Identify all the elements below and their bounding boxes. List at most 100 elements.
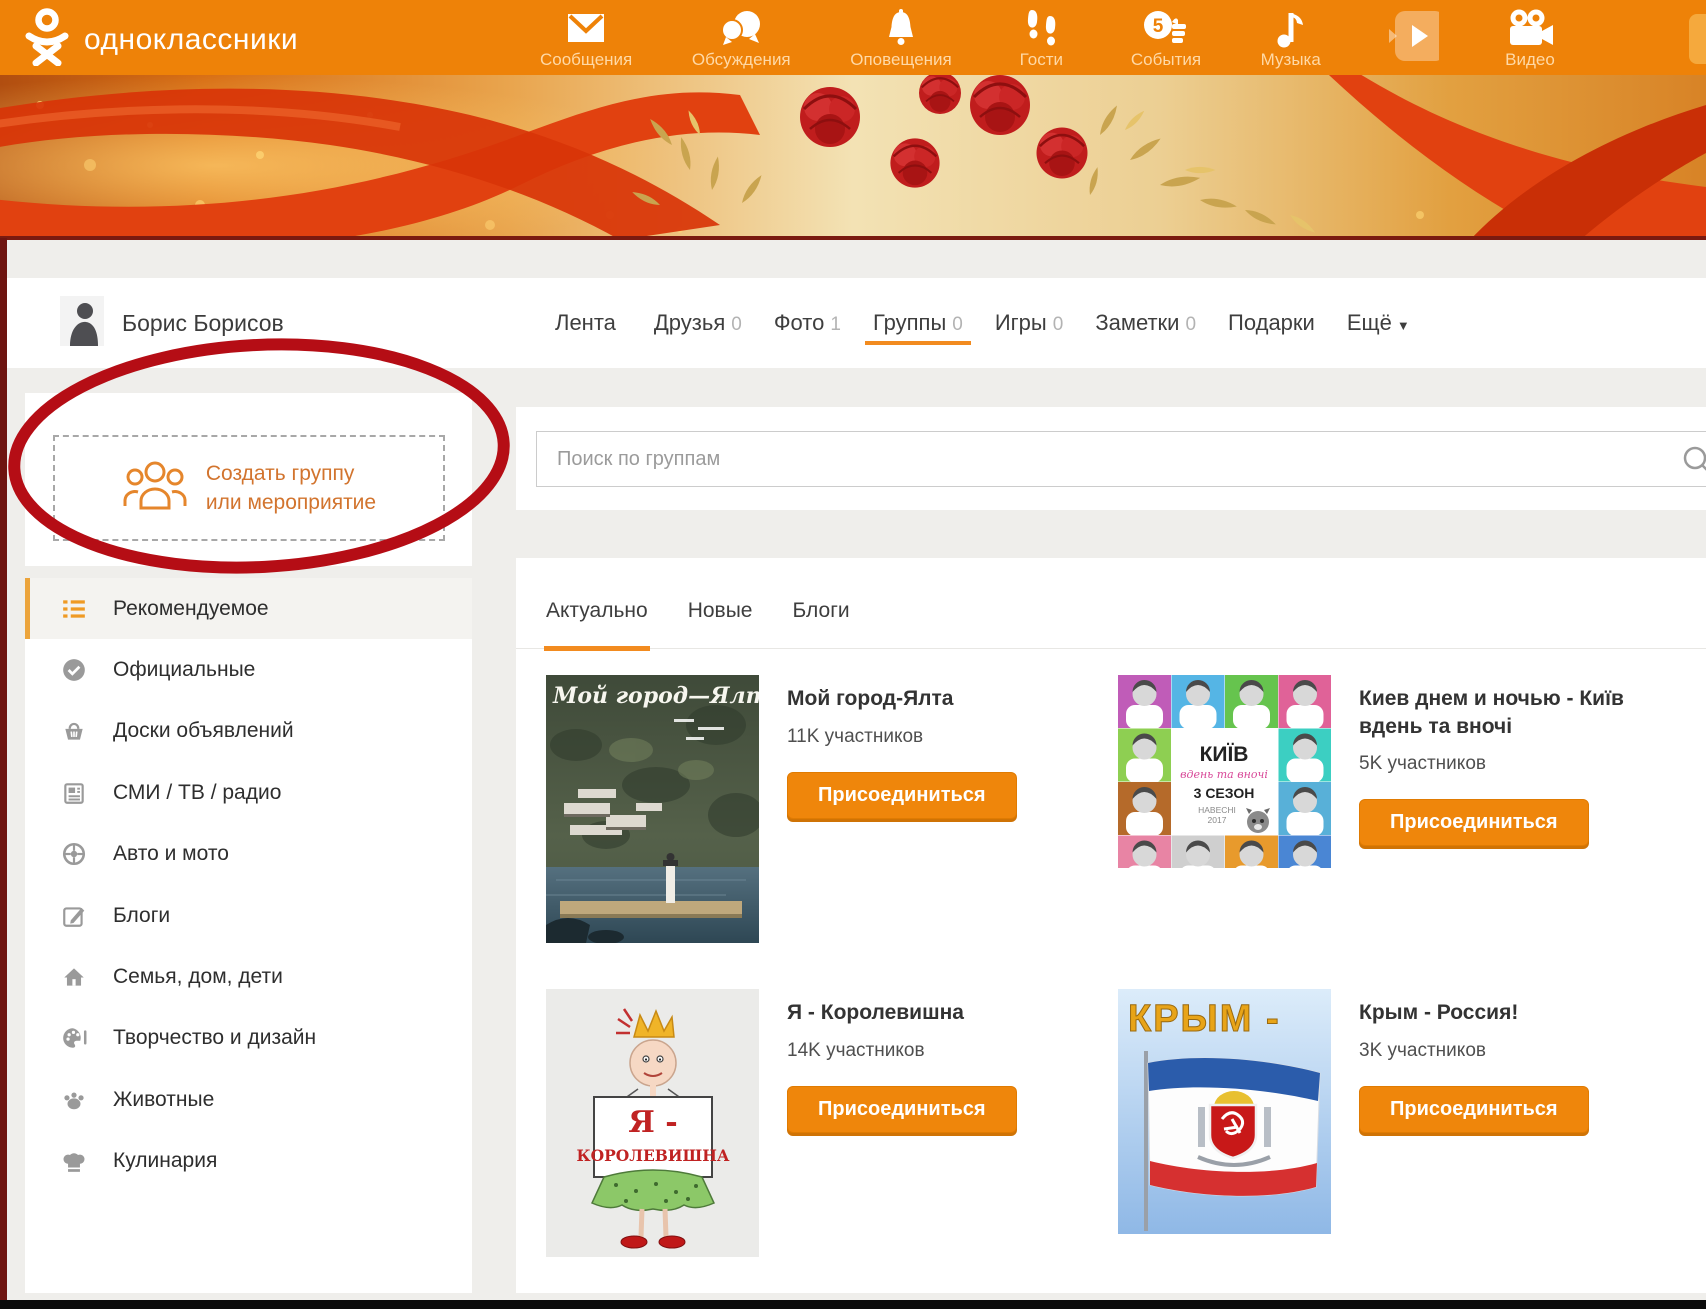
join-button[interactable]: Присоединиться — [1359, 1086, 1589, 1133]
tab-groups[interactable]: Группы0 — [873, 310, 963, 336]
corner-widget[interactable] — [1689, 14, 1706, 64]
tab-more[interactable]: Ещё▼ — [1347, 310, 1410, 336]
search-input[interactable] — [536, 431, 1706, 487]
logo-text: одноклассники — [84, 23, 298, 57]
tab-games[interactable]: Игры0 — [995, 310, 1063, 336]
nav-item-guests[interactable]: Гости — [1011, 0, 1071, 75]
svg-text:КОРОЛЕВИШНА: КОРОЛЕВИШНА — [577, 1146, 730, 1165]
nav-item-discussions[interactable]: Обсуждения — [692, 0, 791, 75]
svg-text:вдень та вночі: вдень та вночі — [1180, 768, 1268, 781]
chat-bubbles-icon — [719, 7, 763, 49]
group-cards: Мой город—Ялта Мой город-Ялта 11K участн… — [516, 649, 1706, 1257]
nav-item-music[interactable]: Музыка — [1261, 0, 1321, 75]
tab-friends[interactable]: Друзья0 — [654, 310, 742, 336]
envelope-icon — [565, 7, 607, 49]
svg-text:НАВЕСНІ: НАВЕСНІ — [1198, 805, 1236, 815]
category-list: Рекомендуемое Официальные Доски объявлен… — [25, 578, 472, 1192]
svg-text:3 СЕЗОН: 3 СЕЗОН — [1194, 785, 1255, 801]
group-title[interactable]: Мой город-Ялта — [787, 685, 1017, 713]
events-badge-icon: 5 — [1142, 7, 1190, 49]
group-info: Киев днем и ночью - Київ вдень та вночі … — [1359, 675, 1659, 943]
sidebar-item-media[interactable]: СМИ / ТВ / радио — [25, 762, 472, 823]
group-info: Мой город-Ялта 11K участников Присоедини… — [787, 675, 1017, 943]
group-thumbnail-kyiv[interactable]: КИЇВ вдень та вночі 3 СЕЗОН НАВЕСНІ 2017 — [1118, 675, 1331, 868]
avatar[interactable] — [60, 296, 104, 346]
nav-item-events[interactable]: 5 События — [1131, 0, 1201, 75]
tab-photos[interactable]: Фото1 — [774, 310, 841, 336]
tab-new[interactable]: Новые — [688, 599, 753, 648]
svg-text:КИЇВ: КИЇВ — [1200, 743, 1249, 766]
content-tabs: Актуально Новые Блоги — [516, 558, 1706, 649]
nav-item-notifications[interactable]: Оповещения — [850, 0, 952, 75]
page: одноклассники Сообщения Обсуждения — [0, 0, 1706, 1309]
nav-item-messages[interactable]: Сообщения — [540, 0, 632, 75]
group-info: Я - Королевишна 14K участников Присоедин… — [787, 989, 1017, 1257]
create-group-panel: Создать группу или мероприятие — [25, 393, 472, 566]
nav-label: События — [1131, 50, 1201, 70]
group-thumbnail-crimea[interactable]: КРЫМ - — [1118, 989, 1331, 1234]
svg-text:Я -: Я - — [628, 1105, 677, 1140]
profile-tabs: Лента Друзья0 Фото1 Группы0 Игры0 Заметк… — [555, 310, 1410, 336]
nav-label: Видео — [1505, 50, 1555, 70]
nav-label: Сообщения — [540, 50, 632, 70]
svg-text:2017: 2017 — [1208, 815, 1227, 825]
newspaper-icon — [61, 780, 87, 806]
play-icon — [1381, 7, 1439, 65]
sidebar-item-auto[interactable]: Авто и мото — [25, 824, 472, 885]
nav-label: Гости — [1020, 50, 1063, 70]
tab-actual[interactable]: Актуально — [546, 599, 648, 648]
group-thumbnail-yalta[interactable]: Мой город—Ялта — [546, 675, 759, 943]
search-icon[interactable] — [1682, 445, 1706, 475]
tab-blogs[interactable]: Блоги — [792, 599, 849, 648]
group-members: 3K участников — [1359, 1040, 1589, 1062]
tab-feed[interactable]: Лента — [555, 310, 622, 336]
footprints-icon — [1023, 7, 1059, 49]
bell-icon — [881, 7, 921, 49]
nav-label: Обсуждения — [692, 50, 791, 70]
holiday-banner — [0, 75, 1706, 240]
group-thumbnail-korolevishna[interactable]: Я - КОРОЛЕВИШНА — [546, 989, 759, 1257]
profile-band: Борис Борисов Лента Друзья0 Фото1 Группы… — [0, 278, 1706, 368]
sidebar-item-animals[interactable]: Животные — [25, 1069, 472, 1130]
group-card: Мой город—Ялта Мой город-Ялта 11K участн… — [546, 675, 1118, 943]
group-title[interactable]: Крым - Россия! — [1359, 999, 1589, 1027]
group-people-icon — [122, 460, 188, 517]
categories-panel: Рекомендуемое Официальные Доски объявлен… — [25, 578, 472, 1293]
svg-text:КРЫМ -: КРЫМ - — [1128, 998, 1281, 1040]
list-icon — [61, 596, 87, 622]
sidebar-item-cooking[interactable]: Кулинария — [25, 1131, 472, 1192]
chef-hat-icon — [61, 1148, 87, 1174]
nav-label: Оповещения — [850, 50, 952, 70]
create-group-button[interactable]: Создать группу или мероприятие — [53, 435, 445, 541]
groups-panel: Актуально Новые Блоги — [516, 558, 1706, 1293]
check-badge-icon — [61, 657, 87, 683]
group-title[interactable]: Я - Королевишна — [787, 999, 1017, 1027]
tab-gifts[interactable]: Подарки — [1228, 310, 1315, 336]
join-button[interactable]: Присоединиться — [787, 1086, 1017, 1133]
screenshot-bottom-edge — [0, 1300, 1706, 1309]
sidebar-item-art[interactable]: Творчество и дизайн — [25, 1008, 472, 1069]
sidebar-item-recommended[interactable]: Рекомендуемое — [25, 578, 472, 639]
ok-logo[interactable]: одноклассники — [24, 8, 298, 71]
sidebar-item-blogs[interactable]: Блоги — [25, 885, 472, 946]
join-button[interactable]: Присоединиться — [787, 772, 1017, 819]
tab-notes[interactable]: Заметки0 — [1095, 310, 1196, 336]
group-card: КРЫМ - Крым - Россия! 3K участнико — [1118, 989, 1706, 1257]
music-player-widget[interactable] — [1380, 0, 1440, 75]
screenshot-left-edge — [0, 238, 7, 1309]
group-members: 11K участников — [787, 726, 1017, 748]
nav-item-video[interactable]: Видео — [1500, 0, 1560, 75]
music-note-icon — [1274, 7, 1308, 49]
search-panel — [516, 407, 1706, 510]
navbar-items: Сообщения Обсуждения — [540, 0, 1560, 75]
sidebar-item-classifieds[interactable]: Доски объявлений — [25, 701, 472, 762]
group-title[interactable]: Киев днем и ночью - Київ вдень та вночі — [1359, 685, 1659, 740]
group-members: 5K участников — [1359, 753, 1659, 775]
sidebar-item-official[interactable]: Официальные — [25, 639, 472, 700]
top-navbar: одноклассники Сообщения Обсуждения — [0, 0, 1706, 75]
profile-name[interactable]: Борис Борисов — [122, 310, 284, 337]
group-members: 14K участников — [787, 1040, 1017, 1062]
sidebar-item-family[interactable]: Семья, дом, дети — [25, 946, 472, 1007]
join-button[interactable]: Присоединиться — [1359, 799, 1589, 846]
chevron-down-icon: ▼ — [1397, 318, 1410, 333]
